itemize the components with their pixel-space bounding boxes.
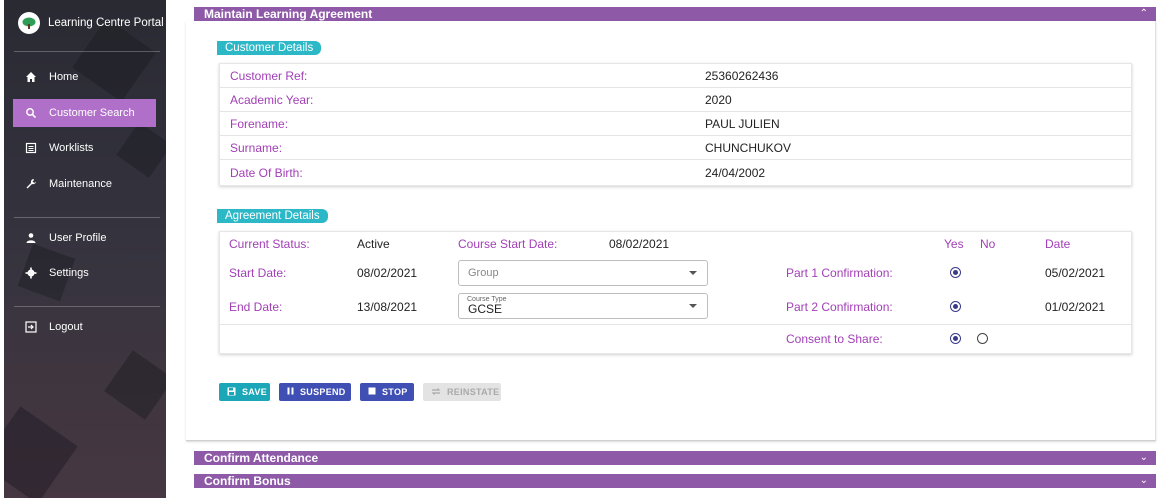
- field-value: 2020: [705, 92, 732, 107]
- field-label: Forename:: [230, 116, 289, 131]
- stop-button[interactable]: STOP: [360, 383, 414, 401]
- table-row: Academic Year: 2020: [220, 88, 1131, 112]
- field-label: Customer Ref:: [230, 68, 308, 83]
- field-label: Academic Year:: [230, 92, 314, 107]
- group-placeholder: Group: [468, 267, 499, 279]
- course-start-value: 08/02/2021: [609, 237, 670, 251]
- person-icon: [25, 232, 37, 244]
- home-icon: [25, 71, 37, 83]
- agreement-details-heading: Agreement Details: [217, 209, 328, 223]
- field-value: CHUNCHUKOV: [705, 140, 792, 155]
- chevron-down-icon[interactable]: ⌄: [1140, 474, 1156, 488]
- brand[interactable]: Learning Centre Portal: [18, 12, 164, 34]
- no-header: No: [980, 237, 996, 251]
- chevron-down-icon[interactable]: ⌄: [1140, 451, 1156, 465]
- end-date-label: End Date:: [229, 300, 283, 314]
- sidebar-item-label: Worklists: [49, 142, 94, 154]
- sidebar: Learning Centre Portal Home Customer Sea…: [4, 0, 166, 498]
- confirm-bonus-header[interactable]: Confirm Bonus ⌄: [194, 474, 1156, 488]
- current-status-value: Active: [357, 237, 390, 251]
- field-value: 24/04/2002: [705, 166, 766, 180]
- maintain-agreement-header[interactable]: Maintain Learning Agreement ⌃: [194, 7, 1156, 21]
- suspend-button[interactable]: SUSPEND: [279, 383, 351, 401]
- list-icon: [25, 142, 37, 154]
- sidebar-item-logout[interactable]: Logout: [13, 313, 156, 341]
- panel-title: Confirm Attendance: [204, 451, 319, 465]
- save-icon: [227, 387, 236, 398]
- part2-confirmation-label: Part 2 Confirmation:: [786, 300, 893, 314]
- sidebar-item-customer-search[interactable]: Customer Search: [13, 99, 156, 127]
- reinstate-button[interactable]: REINSTATE: [423, 383, 501, 401]
- table-row: Surname: CHUNCHUKOV: [220, 136, 1131, 160]
- field-label: Surname:: [230, 140, 283, 155]
- date-header: Date: [1045, 237, 1071, 251]
- wrench-icon: [25, 178, 37, 190]
- start-date-value: 08/02/2021: [357, 266, 418, 280]
- part2-date: 01/02/2021: [1045, 300, 1106, 314]
- consent-no-radio[interactable]: [977, 333, 988, 344]
- current-status-label: Current Status:: [229, 237, 310, 251]
- start-date-label: Start Date:: [229, 266, 287, 280]
- sidebar-item-label: Home: [49, 71, 79, 83]
- search-icon: [25, 107, 37, 119]
- sidebar-item-label: User Profile: [49, 232, 107, 244]
- tree-logo-icon: [18, 12, 40, 34]
- chevron-up-icon[interactable]: ⌃: [1140, 7, 1156, 21]
- confirm-attendance-header[interactable]: Confirm Attendance ⌄: [194, 451, 1156, 465]
- repeat-icon: [431, 387, 441, 398]
- table-row: Customer Ref: 25360262436: [220, 64, 1131, 88]
- chevron-down-icon: [689, 271, 697, 275]
- stop-label: STOP: [382, 387, 408, 397]
- part1-confirmation-label: Part 1 Confirmation:: [786, 266, 893, 280]
- consent-yes-radio[interactable]: [950, 333, 961, 344]
- sidebar-item-home[interactable]: Home: [13, 63, 156, 91]
- stop-icon: [368, 387, 376, 397]
- customer-details-card: Customer Ref: 25360262436 Academic Year:…: [219, 63, 1132, 186]
- sidebar-item-label: Settings: [49, 267, 89, 279]
- app-title: Learning Centre Portal: [48, 17, 164, 29]
- sidebar-item-settings[interactable]: Settings: [13, 259, 156, 287]
- sidebar-item-user-profile[interactable]: User Profile: [13, 224, 156, 252]
- suspend-label: SUSPEND: [300, 387, 346, 397]
- save-label: SAVE: [242, 387, 268, 397]
- reinstate-label: REINSTATE: [447, 387, 500, 397]
- field-value: PAUL JULIEN: [705, 116, 780, 131]
- pause-icon: [287, 387, 294, 397]
- gear-icon: [25, 267, 37, 279]
- field-label: Date Of Birth:: [230, 166, 303, 180]
- logout-icon: [25, 321, 37, 333]
- course-start-label: Course Start Date:: [458, 237, 558, 251]
- panel-title: Confirm Bonus: [204, 474, 291, 488]
- panel-title: Maintain Learning Agreement: [204, 7, 373, 21]
- sidebar-item-label: Logout: [49, 321, 83, 333]
- part1-yes-radio[interactable]: [950, 267, 961, 278]
- sidebar-item-maintenance[interactable]: Maintenance: [13, 170, 156, 198]
- course-type-value: GCSE: [468, 302, 503, 316]
- course-type-select[interactable]: Course Type GCSE: [458, 293, 708, 319]
- sidebar-item-worklists[interactable]: Worklists: [13, 134, 156, 162]
- chevron-down-icon: [689, 304, 697, 308]
- customer-details-heading: Customer Details: [217, 41, 322, 55]
- field-value: 25360262436: [705, 68, 779, 83]
- consent-label: Consent to Share:: [786, 332, 883, 346]
- yes-header: Yes: [944, 237, 964, 251]
- part1-date: 05/02/2021: [1045, 266, 1106, 280]
- part2-yes-radio[interactable]: [950, 301, 961, 312]
- app-root: Learning Centre Portal Home Customer Sea…: [0, 0, 1160, 502]
- sidebar-item-label: Maintenance: [49, 178, 112, 190]
- sidebar-item-label: Customer Search: [49, 107, 135, 119]
- table-row: Date Of Birth: 24/04/2002: [220, 161, 1131, 185]
- group-select[interactable]: Group: [458, 260, 708, 286]
- table-row: Forename: PAUL JULIEN: [220, 112, 1131, 136]
- end-date-value: 13/08/2021: [357, 300, 418, 314]
- save-button[interactable]: SAVE: [219, 383, 270, 401]
